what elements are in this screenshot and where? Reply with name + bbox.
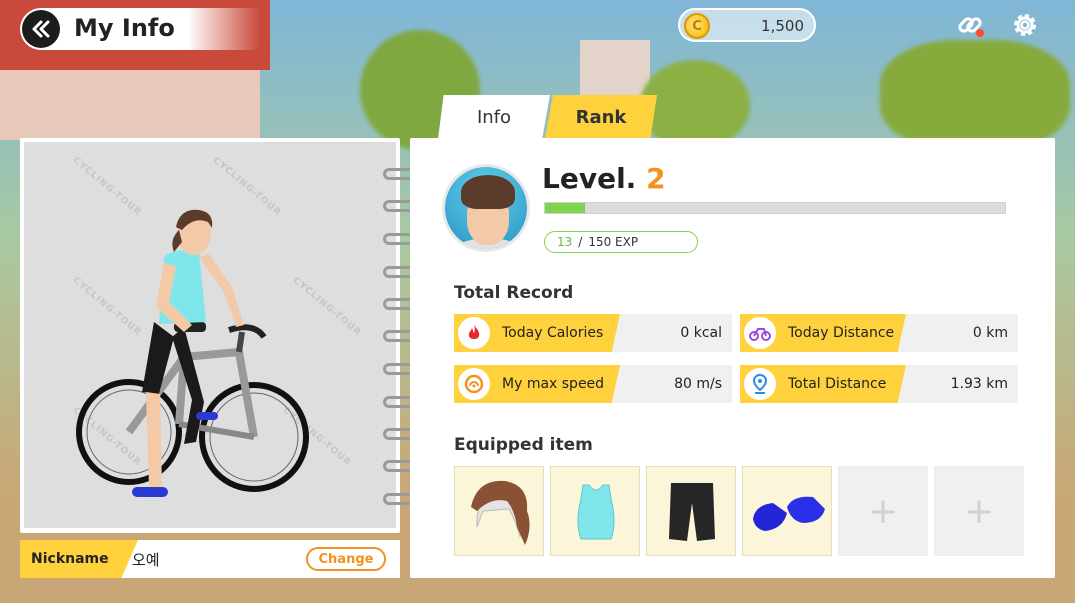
level-value: 2 — [646, 162, 666, 195]
settings-button[interactable] — [1008, 8, 1042, 42]
exp-progress-bar — [544, 202, 1006, 214]
info-panel: Level. 2 13 / 150 EXP Total Record Today… — [410, 138, 1055, 578]
hair-item-icon — [471, 480, 530, 545]
background-tree — [880, 40, 1070, 150]
tab-rank[interactable]: Rank — [545, 95, 657, 139]
coin-value: 1,500 — [761, 17, 804, 35]
gear-icon — [1014, 14, 1036, 36]
cyclist-character — [76, 209, 309, 497]
shorts-item-icon — [669, 483, 715, 541]
item-slot-hair[interactable] — [454, 466, 544, 556]
item-slot-empty[interactable]: + — [934, 466, 1024, 556]
page-title: My Info — [74, 14, 175, 42]
link-button[interactable] — [955, 10, 985, 40]
avatar — [442, 164, 530, 252]
item-slot-top[interactable] — [550, 466, 640, 556]
stat-value: 0 km — [972, 325, 1008, 341]
plus-icon: + — [963, 490, 995, 532]
nickname-label: Nickname — [20, 540, 138, 578]
stat-label: My max speed — [502, 376, 605, 392]
back-button[interactable] — [22, 10, 60, 48]
character-preview[interactable]: CYCLING-TOUR CYCLING-TOUR CYCLING-TOUR C… — [24, 142, 396, 528]
stat-today-calories: Today Calories 0 kcal — [454, 314, 732, 352]
top-item-icon — [577, 484, 615, 540]
location-pin-icon — [742, 366, 778, 402]
double-chevron-left-icon — [32, 20, 50, 38]
stat-max-speed: My max speed 80 m/s — [454, 365, 732, 403]
level-display: Level. 2 — [542, 162, 666, 195]
exp-separator: / — [578, 235, 583, 249]
stat-value: 80 m/s — [674, 376, 722, 392]
equipped-item-title: Equipped item — [454, 435, 593, 455]
speedometer-icon — [456, 366, 492, 402]
avatar-hair — [461, 175, 515, 209]
bicycle-icon — [742, 315, 778, 351]
stat-value: 0 kcal — [680, 325, 722, 341]
stat-label: Today Distance — [788, 325, 895, 341]
stat-today-distance: Today Distance 0 km — [740, 314, 1018, 352]
fire-icon — [456, 315, 492, 351]
change-nickname-button[interactable]: Change — [306, 547, 386, 571]
stat-label: Total Distance — [788, 376, 887, 392]
coin-icon: C — [684, 13, 710, 39]
exp-current: 13 — [557, 235, 573, 249]
notification-dot — [976, 29, 984, 37]
exp-total: 150 EXP — [588, 235, 639, 249]
exp-counter: 13 / 150 EXP — [544, 231, 698, 253]
stat-value: 1.93 km — [950, 376, 1008, 392]
item-slot-empty[interactable]: + — [838, 466, 928, 556]
plus-icon: + — [867, 490, 899, 532]
stat-total-distance: Total Distance 1.93 km — [740, 365, 1018, 403]
total-record-title: Total Record — [454, 283, 574, 303]
nickname-value: 오예 — [132, 551, 160, 569]
character-card: CYCLING-TOUR CYCLING-TOUR CYCLING-TOUR C… — [20, 138, 400, 533]
coin-balance: C 1,500 — [678, 8, 816, 42]
shoes-item-icon — [753, 496, 825, 531]
item-slot-shoes[interactable] — [742, 466, 832, 556]
header: My Info — [20, 8, 260, 50]
stat-label: Today Calories — [502, 325, 604, 341]
exp-progress-fill — [545, 203, 586, 213]
background-tree — [640, 60, 750, 150]
item-slot-shorts[interactable] — [646, 466, 736, 556]
level-label: Level. — [542, 162, 637, 195]
tab-info[interactable]: Info — [438, 95, 550, 139]
nickname-bar: Nickname 오예 Change — [20, 540, 400, 578]
